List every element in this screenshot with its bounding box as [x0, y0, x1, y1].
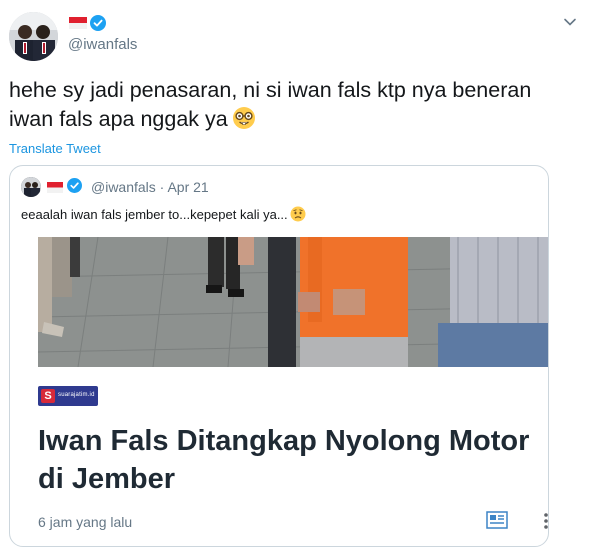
- worried-face-emoji-icon: [290, 206, 306, 225]
- nerd-face-emoji-icon: [232, 106, 256, 138]
- tweet-text-content: hehe sy jadi penasaran, ni si iwan fals …: [9, 78, 532, 131]
- article-time-ago: 6 jam yang lalu: [38, 514, 133, 530]
- date-separator: ·: [155, 179, 168, 195]
- quoted-tweet-card[interactable]: @iwanfals · Apr 21 eeaalah iwan fals jem…: [9, 165, 549, 547]
- user-handle[interactable]: @iwanfals: [68, 36, 137, 53]
- source-logo: S suarajatim.id: [38, 386, 98, 406]
- more-options-icon[interactable]: [543, 512, 548, 530]
- verified-badge-icon: [67, 178, 82, 193]
- avatar[interactable]: [9, 12, 58, 61]
- tweet-text: hehe sy jadi penasaran, ni si iwan fals …: [9, 76, 579, 138]
- quoted-text-content: eeaalah iwan fals jember to...kepepet ka…: [21, 207, 288, 222]
- share-icon[interactable]: [486, 511, 508, 529]
- indonesia-flag-icon: [69, 16, 87, 29]
- chevron-down-icon[interactable]: [562, 14, 578, 30]
- article-photo[interactable]: [38, 237, 548, 367]
- quoted-avatar[interactable]: [21, 177, 41, 197]
- translate-tweet-link[interactable]: Translate Tweet: [9, 141, 101, 156]
- quoted-handle-and-date: @iwanfals · Apr 21: [91, 179, 209, 195]
- quoted-tweet-text: eeaalah iwan fals jember to...kepepet ka…: [21, 206, 306, 225]
- indonesia-flag-icon: [47, 180, 63, 193]
- source-logo-initial: S: [41, 389, 55, 403]
- verified-badge-icon: [90, 15, 106, 31]
- quoted-handle[interactable]: @iwanfals: [91, 179, 156, 195]
- article-headline[interactable]: Iwan Fals Ditangkap Nyolong Motor di Jem…: [38, 422, 538, 498]
- source-logo-name: suarajatim.id: [58, 392, 95, 398]
- quoted-date[interactable]: Apr 21: [167, 179, 208, 195]
